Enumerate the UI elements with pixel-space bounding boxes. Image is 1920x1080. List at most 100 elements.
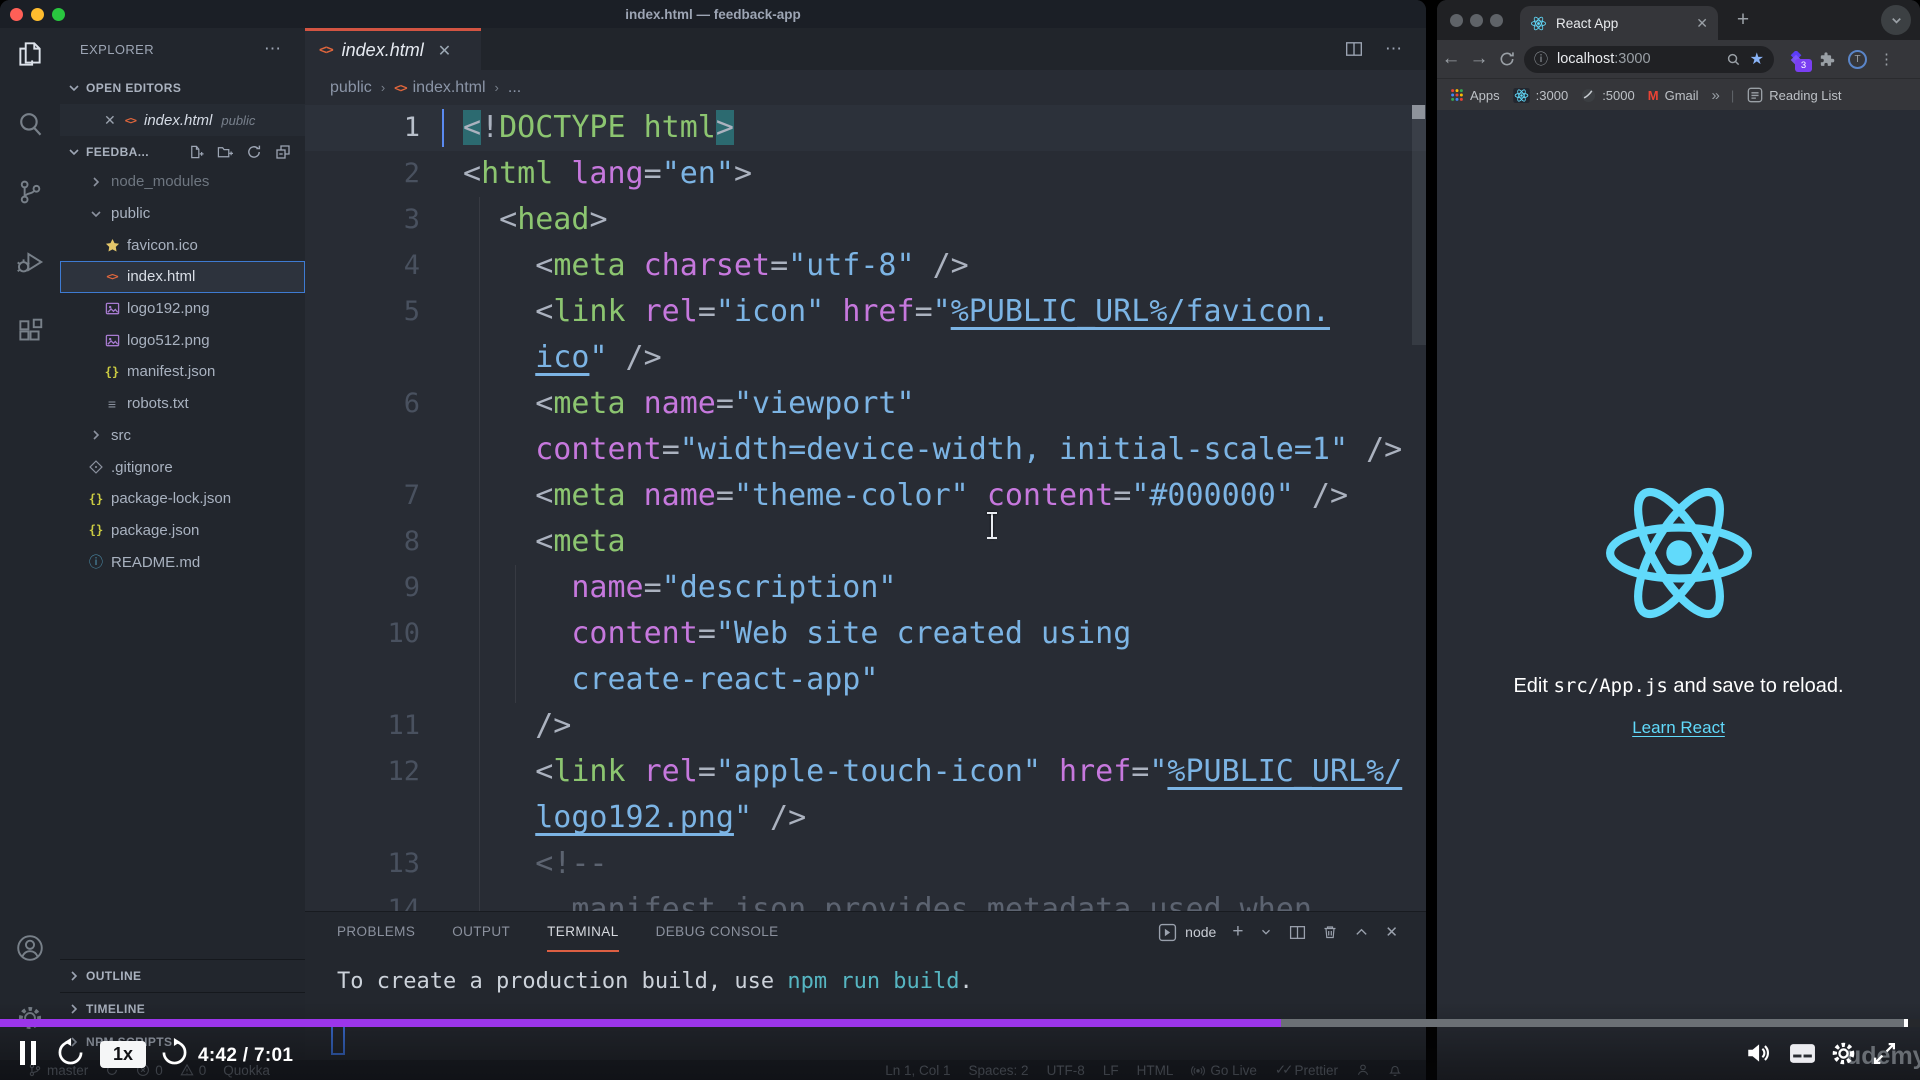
browser-tab-react-app[interactable]: React App ✕ bbox=[1520, 6, 1718, 40]
close-panel-icon[interactable]: ✕ bbox=[1385, 923, 1398, 941]
split-editor-icon[interactable] bbox=[1345, 40, 1363, 58]
search-icon[interactable] bbox=[15, 109, 45, 139]
code-line[interactable]: 2<html lang="en"> bbox=[305, 151, 1426, 197]
browser-menu-icon[interactable]: ⋮ bbox=[1879, 50, 1894, 68]
code-line[interactable]: 5 <link rel="icon" href="%PUBLIC_URL%/fa… bbox=[305, 289, 1426, 335]
launch-profile-icon[interactable] bbox=[1158, 923, 1177, 942]
zoom-window-button[interactable] bbox=[52, 8, 65, 21]
address-bar[interactable]: ⓘ localhost :3000 ★ bbox=[1524, 46, 1774, 73]
url-text[interactable]: localhost bbox=[1557, 51, 1614, 67]
zoom-window-button[interactable] bbox=[1490, 14, 1503, 27]
status-html[interactable]: HTML bbox=[1137, 1063, 1174, 1078]
code-line[interactable]: ico" /> bbox=[305, 335, 1426, 381]
breadcrumb[interactable]: public › <> index.html › ... bbox=[305, 70, 1426, 105]
tree-item-.gitignore[interactable]: .gitignore bbox=[60, 451, 305, 483]
code-line[interactable]: content="width=device-width, initial-sca… bbox=[305, 427, 1426, 473]
collapse-folders-icon[interactable] bbox=[275, 144, 291, 160]
new-tab-button[interactable]: + bbox=[1731, 8, 1755, 32]
extensions-icon[interactable] bbox=[15, 317, 45, 347]
status-go-live[interactable]: Go Live bbox=[1191, 1063, 1257, 1078]
back-icon[interactable]: ← bbox=[1437, 48, 1465, 70]
status-ln-1-col-1[interactable]: Ln 1, Col 1 bbox=[885, 1063, 950, 1078]
close-window-button[interactable] bbox=[10, 8, 23, 21]
learn-react-link[interactable]: Learn React bbox=[1632, 718, 1725, 737]
status-prettier[interactable]: ✓✓Prettier bbox=[1275, 1062, 1338, 1078]
editor-scrollbar[interactable] bbox=[1412, 105, 1426, 345]
code-line[interactable]: create-react-app" bbox=[305, 657, 1426, 703]
open-editor-item[interactable]: ✕ <> index.html public bbox=[60, 104, 305, 136]
tree-item-package.json[interactable]: {}package.json bbox=[60, 515, 305, 547]
code-line[interactable]: 13 <!-- bbox=[305, 841, 1426, 887]
status-lf[interactable]: LF bbox=[1103, 1063, 1119, 1078]
open-editors-section[interactable]: OPEN EDITORS bbox=[60, 72, 305, 104]
code-line[interactable]: 11 /> bbox=[305, 703, 1426, 749]
explorer-icon[interactable] bbox=[15, 39, 45, 69]
extension-icon[interactable]: 3 bbox=[1788, 51, 1805, 68]
tree-item-src[interactable]: src bbox=[60, 420, 305, 452]
forward-button[interactable] bbox=[160, 1038, 189, 1067]
editor-more-icon[interactable]: ⋯ bbox=[1385, 39, 1404, 59]
tree-item-robots.txt[interactable]: ≡robots.txt bbox=[60, 388, 305, 420]
bookmark-5000[interactable]: :5000 bbox=[1581, 88, 1635, 103]
project-section[interactable]: FEEDBA... bbox=[60, 136, 305, 168]
reload-icon[interactable] bbox=[1493, 50, 1521, 68]
kill-terminal-icon[interactable] bbox=[1322, 924, 1338, 940]
extensions-puzzle-icon[interactable] bbox=[1818, 51, 1835, 68]
tree-item-README.md[interactable]: ⓘREADME.md bbox=[60, 546, 305, 578]
code-line[interactable]: 10 content="Web site created using bbox=[305, 611, 1426, 657]
site-info-icon[interactable]: ⓘ bbox=[1534, 49, 1548, 69]
tree-item-index.html[interactable]: <>index.html bbox=[60, 261, 305, 293]
outline-section[interactable]: OUTLINE bbox=[60, 959, 305, 992]
code-line[interactable]: 12 <link rel="apple-touch-icon" href="%P… bbox=[305, 749, 1426, 795]
bookmark-3000[interactable]: :3000 bbox=[1513, 88, 1569, 103]
panel-tab-output[interactable]: OUTPUT bbox=[452, 912, 510, 952]
new-terminal-icon[interactable]: + bbox=[1232, 921, 1243, 943]
status-person[interactable] bbox=[1356, 1063, 1370, 1077]
panel-tab-terminal[interactable]: TERMINAL bbox=[547, 912, 618, 952]
code-line[interactable]: 7 <meta name="theme-color" content="#000… bbox=[305, 473, 1426, 519]
tab-search-icon[interactable] bbox=[1881, 5, 1911, 35]
terminal-shell-label[interactable]: node bbox=[1185, 924, 1216, 940]
minimize-window-button[interactable] bbox=[1470, 14, 1483, 27]
playback-speed-button[interactable]: 1x bbox=[100, 1041, 146, 1068]
new-folder-icon[interactable] bbox=[217, 144, 233, 160]
code-line[interactable]: 4 <meta charset="utf-8" /> bbox=[305, 243, 1426, 289]
code-line[interactable]: 6 <meta name="viewport" bbox=[305, 381, 1426, 427]
source-control-icon[interactable] bbox=[15, 177, 45, 207]
code-line[interactable]: 9 name="description" bbox=[305, 565, 1426, 611]
close-window-button[interactable] bbox=[1450, 14, 1463, 27]
tree-item-logo512.png[interactable]: logo512.png bbox=[60, 324, 305, 356]
rewind-button[interactable] bbox=[56, 1038, 85, 1067]
player-progress-bar[interactable] bbox=[0, 1019, 1920, 1027]
tree-item-favicon.ico[interactable]: favicon.ico bbox=[60, 229, 305, 261]
run-debug-icon[interactable] bbox=[15, 247, 45, 277]
code-line[interactable]: 14 manifest.json provides metadata used … bbox=[305, 887, 1426, 911]
explorer-more-icon[interactable]: ⋯ bbox=[264, 34, 283, 64]
bookmark-apps[interactable]: Apps bbox=[1450, 88, 1500, 103]
window-controls[interactable] bbox=[10, 0, 65, 28]
terminal-dropdown-icon[interactable] bbox=[1259, 925, 1273, 939]
browser-window-controls[interactable] bbox=[1450, 0, 1503, 40]
player-settings-gear-icon[interactable] bbox=[1830, 1040, 1857, 1067]
tree-item-logo192.png[interactable]: logo192.png bbox=[60, 293, 305, 325]
maximize-panel-icon[interactable] bbox=[1354, 925, 1369, 940]
code-line[interactable]: 8 <meta bbox=[305, 519, 1426, 565]
close-tab-icon[interactable]: ✕ bbox=[1696, 15, 1708, 32]
new-file-icon[interactable] bbox=[188, 144, 204, 160]
panel-tab-problems[interactable]: PROBLEMS bbox=[337, 912, 415, 952]
settings-gear-icon[interactable] bbox=[15, 1003, 45, 1033]
forward-icon[interactable]: → bbox=[1465, 48, 1493, 70]
bookmark-gmail[interactable]: MGmail bbox=[1648, 88, 1699, 103]
split-terminal-icon[interactable] bbox=[1289, 924, 1306, 941]
bookmark-star-icon[interactable]: ★ bbox=[1750, 49, 1764, 69]
refresh-icon[interactable] bbox=[246, 144, 262, 160]
minimize-window-button[interactable] bbox=[31, 8, 44, 21]
bookmark-readinglist[interactable]: Reading List bbox=[1747, 87, 1841, 103]
tree-item-manifest.json[interactable]: {}manifest.json bbox=[60, 356, 305, 388]
status-bell[interactable] bbox=[1388, 1063, 1402, 1077]
search-icon[interactable] bbox=[1726, 52, 1741, 67]
tree-item-node_modules[interactable]: node_modules bbox=[60, 166, 305, 198]
bookmark-[interactable]: | bbox=[1731, 88, 1734, 103]
tree-item-public[interactable]: public bbox=[60, 198, 305, 230]
panel-tab-debug-console[interactable]: DEBUG CONSOLE bbox=[656, 912, 779, 952]
